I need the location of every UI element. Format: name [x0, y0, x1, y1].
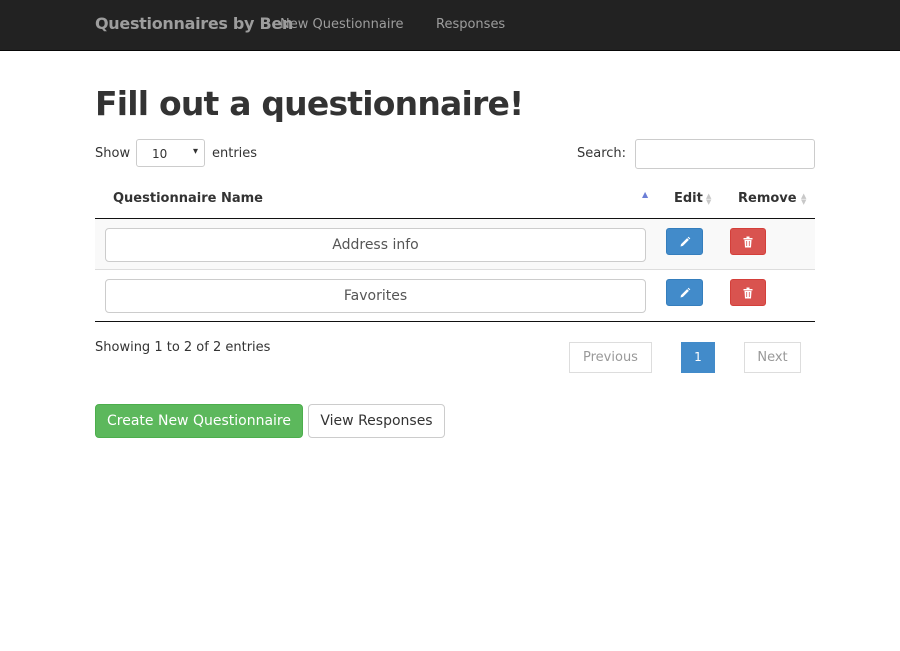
sort-ascending-icon: ▲	[642, 190, 649, 199]
create-questionnaire-button[interactable]: Create New Questionnaire	[95, 404, 303, 438]
page-length-value: 10	[152, 147, 168, 161]
show-label: Show	[95, 146, 131, 161]
sort-both-icon: ▲ ▼	[801, 192, 807, 206]
sort-both-icon: ▲ ▼	[706, 192, 712, 206]
edit-button[interactable]	[666, 228, 703, 255]
remove-button[interactable]	[730, 228, 766, 255]
questionnaire-name-button[interactable]: Address info	[105, 228, 646, 262]
questionnaire-name-button[interactable]: Favorites	[105, 279, 646, 313]
table-row: Favorites	[95, 270, 815, 322]
trash-icon	[743, 287, 753, 298]
pagination-next[interactable]: Next	[744, 342, 801, 373]
entries-label: entries	[212, 146, 258, 161]
pagination-page-1[interactable]: 1	[681, 342, 715, 373]
navbar: Questionnaires by Ben New Questionnaire …	[0, 0, 900, 51]
nav-new-questionnaire[interactable]: New Questionnaire	[280, 17, 404, 32]
remove-button[interactable]	[730, 279, 766, 306]
header-questionnaire-name[interactable]: Questionnaire Name	[113, 191, 263, 206]
header-remove[interactable]: Remove	[738, 191, 797, 206]
edit-button[interactable]	[666, 279, 703, 306]
pagination-previous[interactable]: Previous	[569, 342, 652, 373]
table-row: Address info	[95, 219, 815, 270]
trash-icon	[743, 236, 753, 247]
page-length-select[interactable]: 10 ▾	[136, 139, 205, 167]
view-responses-button[interactable]: View Responses	[308, 404, 445, 438]
chevron-down-icon: ▾	[192, 146, 198, 157]
pencil-icon	[680, 287, 690, 297]
nav-responses[interactable]: Responses	[436, 17, 505, 32]
search-label: Search:	[577, 146, 627, 161]
table-info: Showing 1 to 2 of 2 entries	[95, 340, 271, 355]
page-title: Fill out a questionnaire!	[95, 84, 524, 123]
header-edit[interactable]: Edit	[674, 191, 703, 206]
pencil-icon	[680, 236, 690, 246]
table-header: Questionnaire Name ▲ Edit ▲ ▼ Remove ▲ ▼	[95, 185, 815, 219]
search-input[interactable]	[635, 139, 815, 169]
brand-link[interactable]: Questionnaires by Ben	[95, 14, 293, 33]
